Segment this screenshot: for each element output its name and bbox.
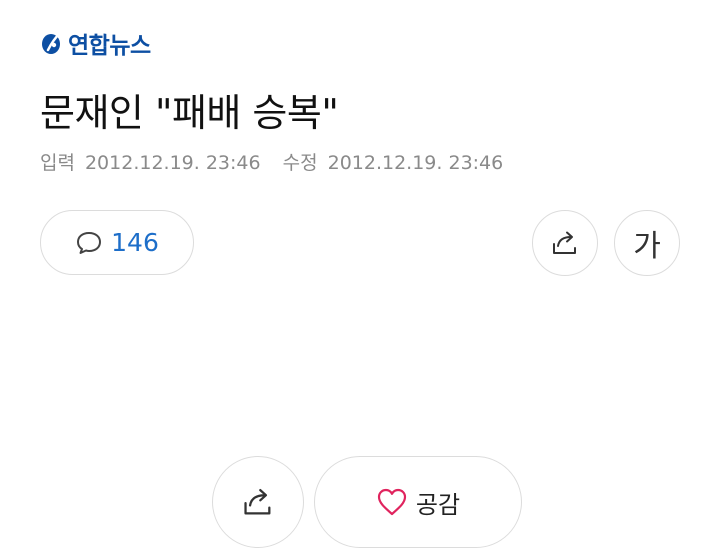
heart-icon <box>377 488 407 516</box>
share-arrow-icon <box>244 488 271 515</box>
speech-bubble-icon <box>77 231 102 254</box>
modified-time: 2012.12.19. 23:46 <box>327 152 504 174</box>
article-title: 문재인 "패배 승복" <box>40 91 339 135</box>
modified-label: 수정 <box>282 152 318 174</box>
share-button[interactable] <box>532 210 598 276</box>
like-label: 공감 <box>415 490 461 519</box>
entered-time: 2012.12.19. 23:46 <box>84 152 261 174</box>
font-size-label: 가 <box>633 229 661 264</box>
share-button-bottom[interactable] <box>212 456 304 548</box>
share-arrow-icon <box>553 231 576 254</box>
like-button[interactable]: 공감 <box>314 456 522 548</box>
entered-label: 입력 <box>40 152 75 174</box>
font-size-button[interactable]: 가 <box>614 210 680 276</box>
comment-button[interactable]: 146 <box>40 210 194 275</box>
logo-text: 연합뉴스 <box>68 33 151 59</box>
article-timestamps: 입력 2012.12.19. 23:46 수정 2012.12.19. 23:46 <box>40 148 513 175</box>
comment-count: 146 <box>111 228 159 257</box>
yonhap-news-logo[interactable]: 연합뉴스 <box>40 26 151 60</box>
yonhap-logo-icon <box>42 31 62 54</box>
